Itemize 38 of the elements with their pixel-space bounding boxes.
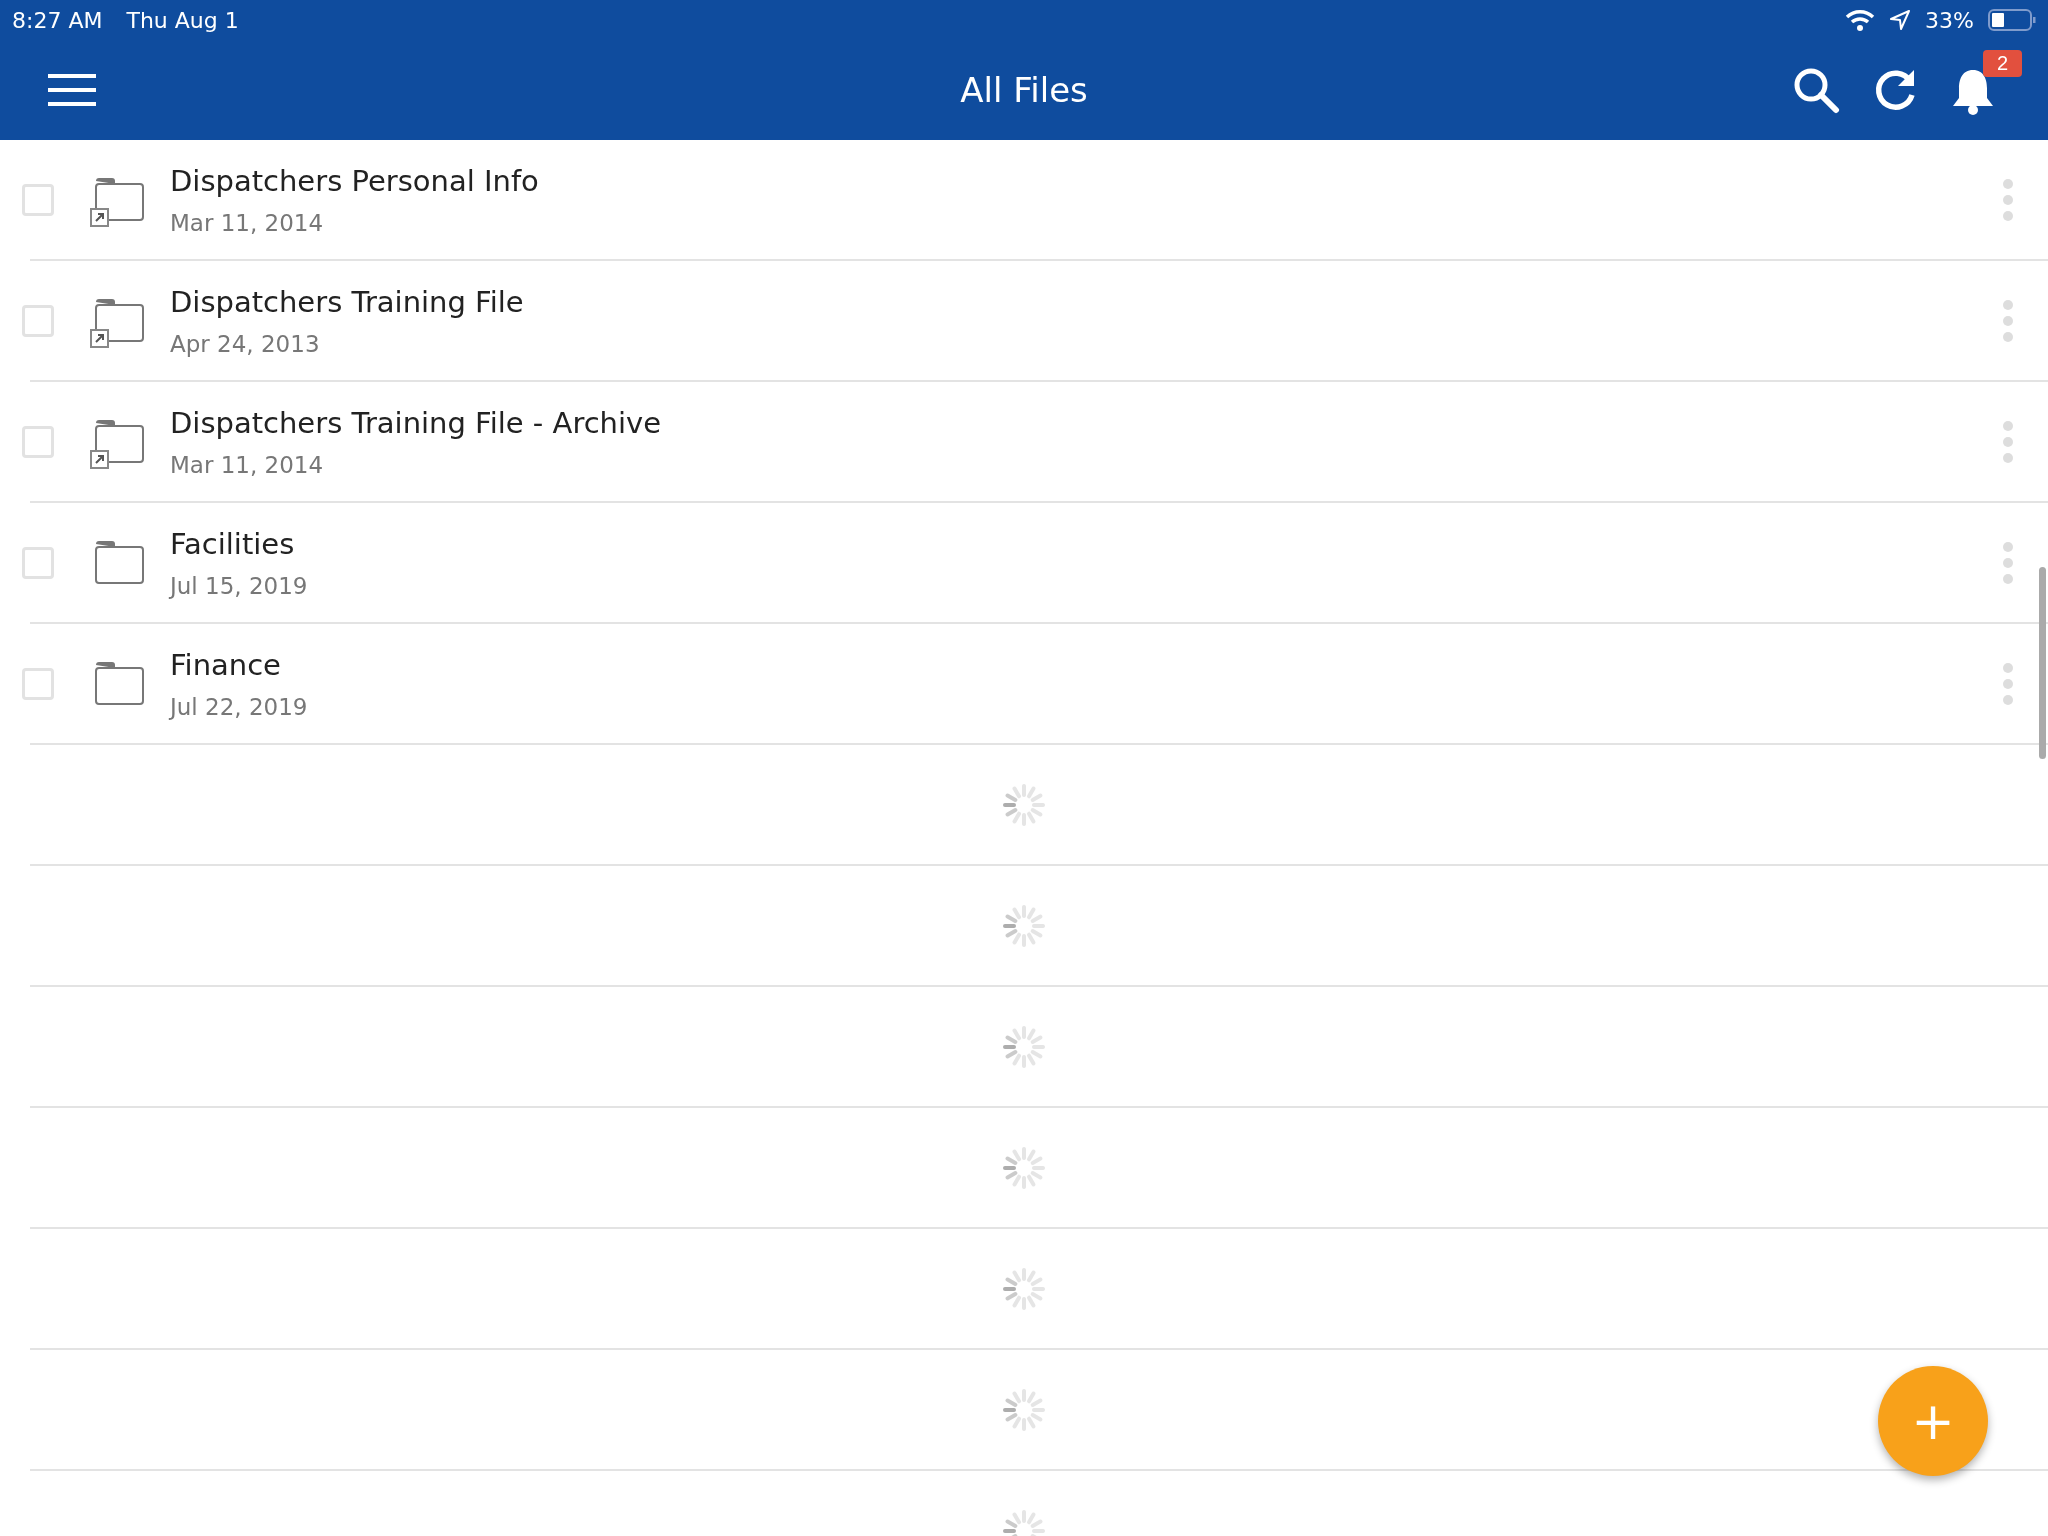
page-title: All Files <box>960 70 1088 110</box>
row-checkbox[interactable] <box>22 304 54 337</box>
modified-date: Jul 15, 2019 <box>170 572 308 599</box>
file-name[interactable]: Dispatchers Training File - Archive <box>170 405 662 440</box>
loading-spinner-icon <box>1003 1267 1045 1310</box>
row-checkbox[interactable] <box>22 183 54 216</box>
row-checkbox[interactable] <box>22 425 54 458</box>
loading-spinner-icon <box>1003 1388 1045 1431</box>
loading-spinner-icon <box>1003 1025 1045 1068</box>
notifications-button[interactable]: 2 <box>1950 50 2022 116</box>
modified-date: Mar 11, 2014 <box>170 451 325 478</box>
modified-date: Jul 22, 2019 <box>170 693 308 720</box>
loading-spinner-icon <box>1003 904 1045 947</box>
menu-button[interactable] <box>48 73 96 107</box>
battery-icon <box>1988 9 2036 31</box>
location-arrow-icon <box>1889 9 1912 31</box>
row-checkbox[interactable] <box>22 546 54 579</box>
more-options-button[interactable] <box>2002 540 2014 585</box>
more-options-button[interactable] <box>2002 419 2014 464</box>
wifi-icon <box>1845 9 1876 31</box>
more-options-button[interactable] <box>2002 298 2014 343</box>
more-options-button[interactable] <box>2002 661 2014 706</box>
file-name[interactable]: Dispatchers Personal Info <box>170 163 539 198</box>
more-options-button[interactable] <box>2002 177 2014 222</box>
file-name[interactable]: Facilities <box>170 526 308 561</box>
battery-percentage: 33% <box>1925 7 1974 33</box>
search-button[interactable] <box>1792 66 1840 114</box>
file-name[interactable]: Finance <box>170 647 308 682</box>
loading-spinner-icon <box>1003 1146 1045 1189</box>
status-time: 8:27 AM <box>12 7 103 33</box>
status-date: Thu Aug 1 <box>126 7 239 33</box>
row-checkbox[interactable] <box>22 667 54 700</box>
file-name[interactable]: Dispatchers Training File <box>170 284 524 319</box>
notification-badge: 2 <box>1982 50 2022 77</box>
scrollbar[interactable] <box>2039 567 2046 759</box>
modified-date: Mar 11, 2014 <box>170 209 325 236</box>
loading-spinner-icon <box>1003 783 1045 826</box>
modified-date: Apr 24, 2013 <box>170 330 321 357</box>
